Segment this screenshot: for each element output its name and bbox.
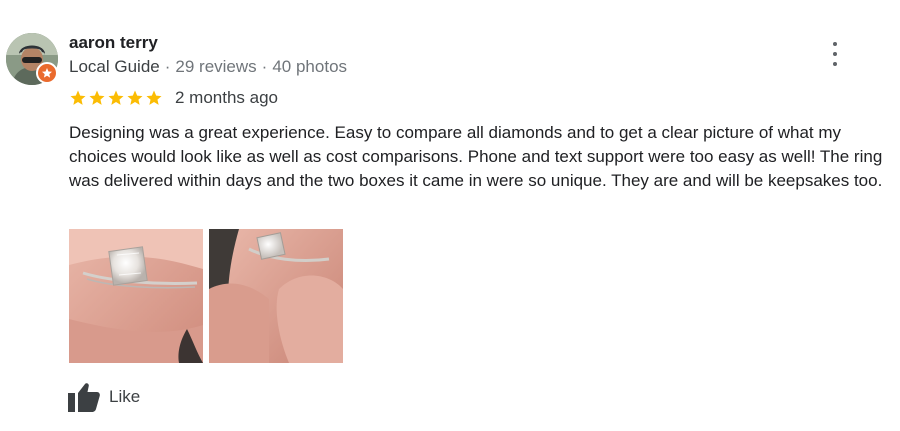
star-icon [146, 90, 162, 105]
rating-row: 2 months ago [69, 88, 278, 108]
reviewer-name[interactable]: aaron terry [69, 33, 158, 53]
review-text: Designing was a great experience. Easy t… [69, 123, 883, 190]
thumb-up-icon [68, 383, 100, 412]
star-rating [69, 89, 163, 107]
star-icon [108, 90, 124, 105]
reviewer-meta: Local Guide · 29 reviews · 40 photos [69, 57, 347, 77]
like-label: Like [109, 387, 141, 406]
like-button[interactable]: Like [68, 381, 140, 413]
more-vert-icon [833, 42, 837, 46]
more-options-button[interactable] [826, 42, 844, 66]
review-photo[interactable] [69, 229, 203, 363]
star-icon [89, 90, 105, 105]
meta-separator: · [164, 57, 171, 76]
star-icon [127, 90, 143, 105]
review-count: 29 reviews [175, 57, 257, 76]
photo-count: 40 photos [272, 57, 348, 76]
review-card: aaron terry Local Guide · 29 reviews · 4… [0, 0, 900, 431]
local-guide-label: Local Guide [69, 57, 160, 76]
local-guide-badge-icon [36, 62, 58, 84]
review-photo[interactable] [209, 229, 343, 363]
meta-separator: · [261, 57, 268, 76]
review-date: 2 months ago [175, 88, 279, 107]
star-icon [70, 90, 86, 105]
